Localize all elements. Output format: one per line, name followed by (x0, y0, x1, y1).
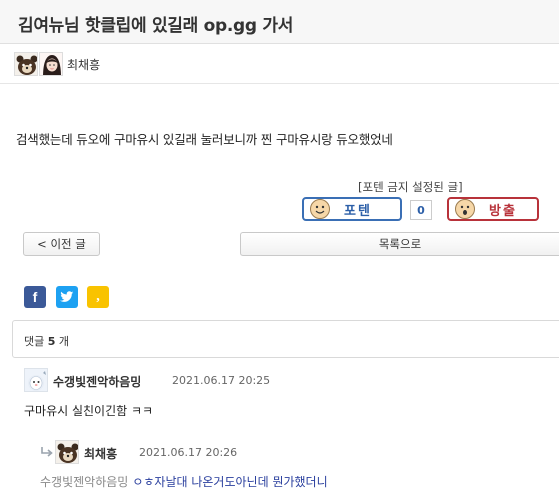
comment-text: 구마유시 실친이긴함 ㅋㅋ (24, 404, 154, 418)
eject-vote-button[interactable]: 방출 (447, 197, 539, 221)
facebook-icon: f (32, 289, 38, 305)
prev-post-button[interactable]: < 이전 글 (23, 232, 100, 256)
author-name: 최채흥 (67, 57, 101, 72)
comment-author[interactable]: 수갱빛젠악하음밍 (53, 373, 141, 390)
bear-avatar-icon (14, 52, 38, 76)
comment-count: 댓글 5 개 (24, 333, 69, 349)
list-button[interactable]: 목록으로 (240, 232, 559, 256)
divider (0, 83, 559, 84)
shocked-face-icon (455, 199, 475, 219)
comment-count-box: 댓글 5 개 (12, 320, 559, 358)
eject-label: 방출 (489, 203, 517, 219)
kakao-share-button[interactable]: , (87, 286, 109, 308)
comment-count-suffix: 개 (55, 335, 70, 348)
reply-date: 2021.06.17 20:26 (139, 446, 238, 459)
post-author[interactable]: 최채흥 (14, 51, 100, 77)
girl-avatar-icon (39, 52, 63, 76)
bear-avatar-icon (55, 440, 79, 464)
potential-vote-button[interactable]: 포텐 (302, 197, 402, 221)
reply-author[interactable]: 최채흥 (84, 445, 117, 462)
vote-notice: [포텐 금지 설정된 글] (358, 180, 463, 194)
facebook-share-button[interactable]: f (24, 286, 46, 308)
reply-arrow-icon (41, 447, 53, 457)
reply-text: 수갱빛젠악하음밍 ㅇㅎ자날대 나온거도아닌데 뭔가했더니 (40, 473, 328, 490)
post-header: 김여뉴님 핫클립에 있길래 op.gg 가서 (0, 0, 559, 44)
twitter-icon (60, 291, 74, 302)
kakao-icon: , (96, 289, 100, 304)
mascot-avatar-icon (24, 368, 48, 392)
reply-body: ㅇㅎ자날대 나온거도아닌데 뭔가했더니 (132, 475, 328, 489)
reply-mention[interactable]: 수갱빛젠악하음밍 (40, 475, 128, 489)
twitter-share-button[interactable] (56, 286, 78, 308)
comment-date: 2021.06.17 20:25 (172, 374, 271, 387)
post-title: 김여뉴님 핫클립에 있길래 op.gg 가서 (18, 16, 294, 36)
post-body: 검색했는데 듀오에 구마유시 있길래 눌러보니까 찐 구마유시랑 듀오했었네 (16, 132, 393, 147)
vote-count: 0 (410, 200, 432, 220)
happy-face-icon (310, 199, 330, 219)
potential-label: 포텐 (344, 203, 372, 219)
comment-count-prefix: 댓글 (24, 335, 48, 348)
